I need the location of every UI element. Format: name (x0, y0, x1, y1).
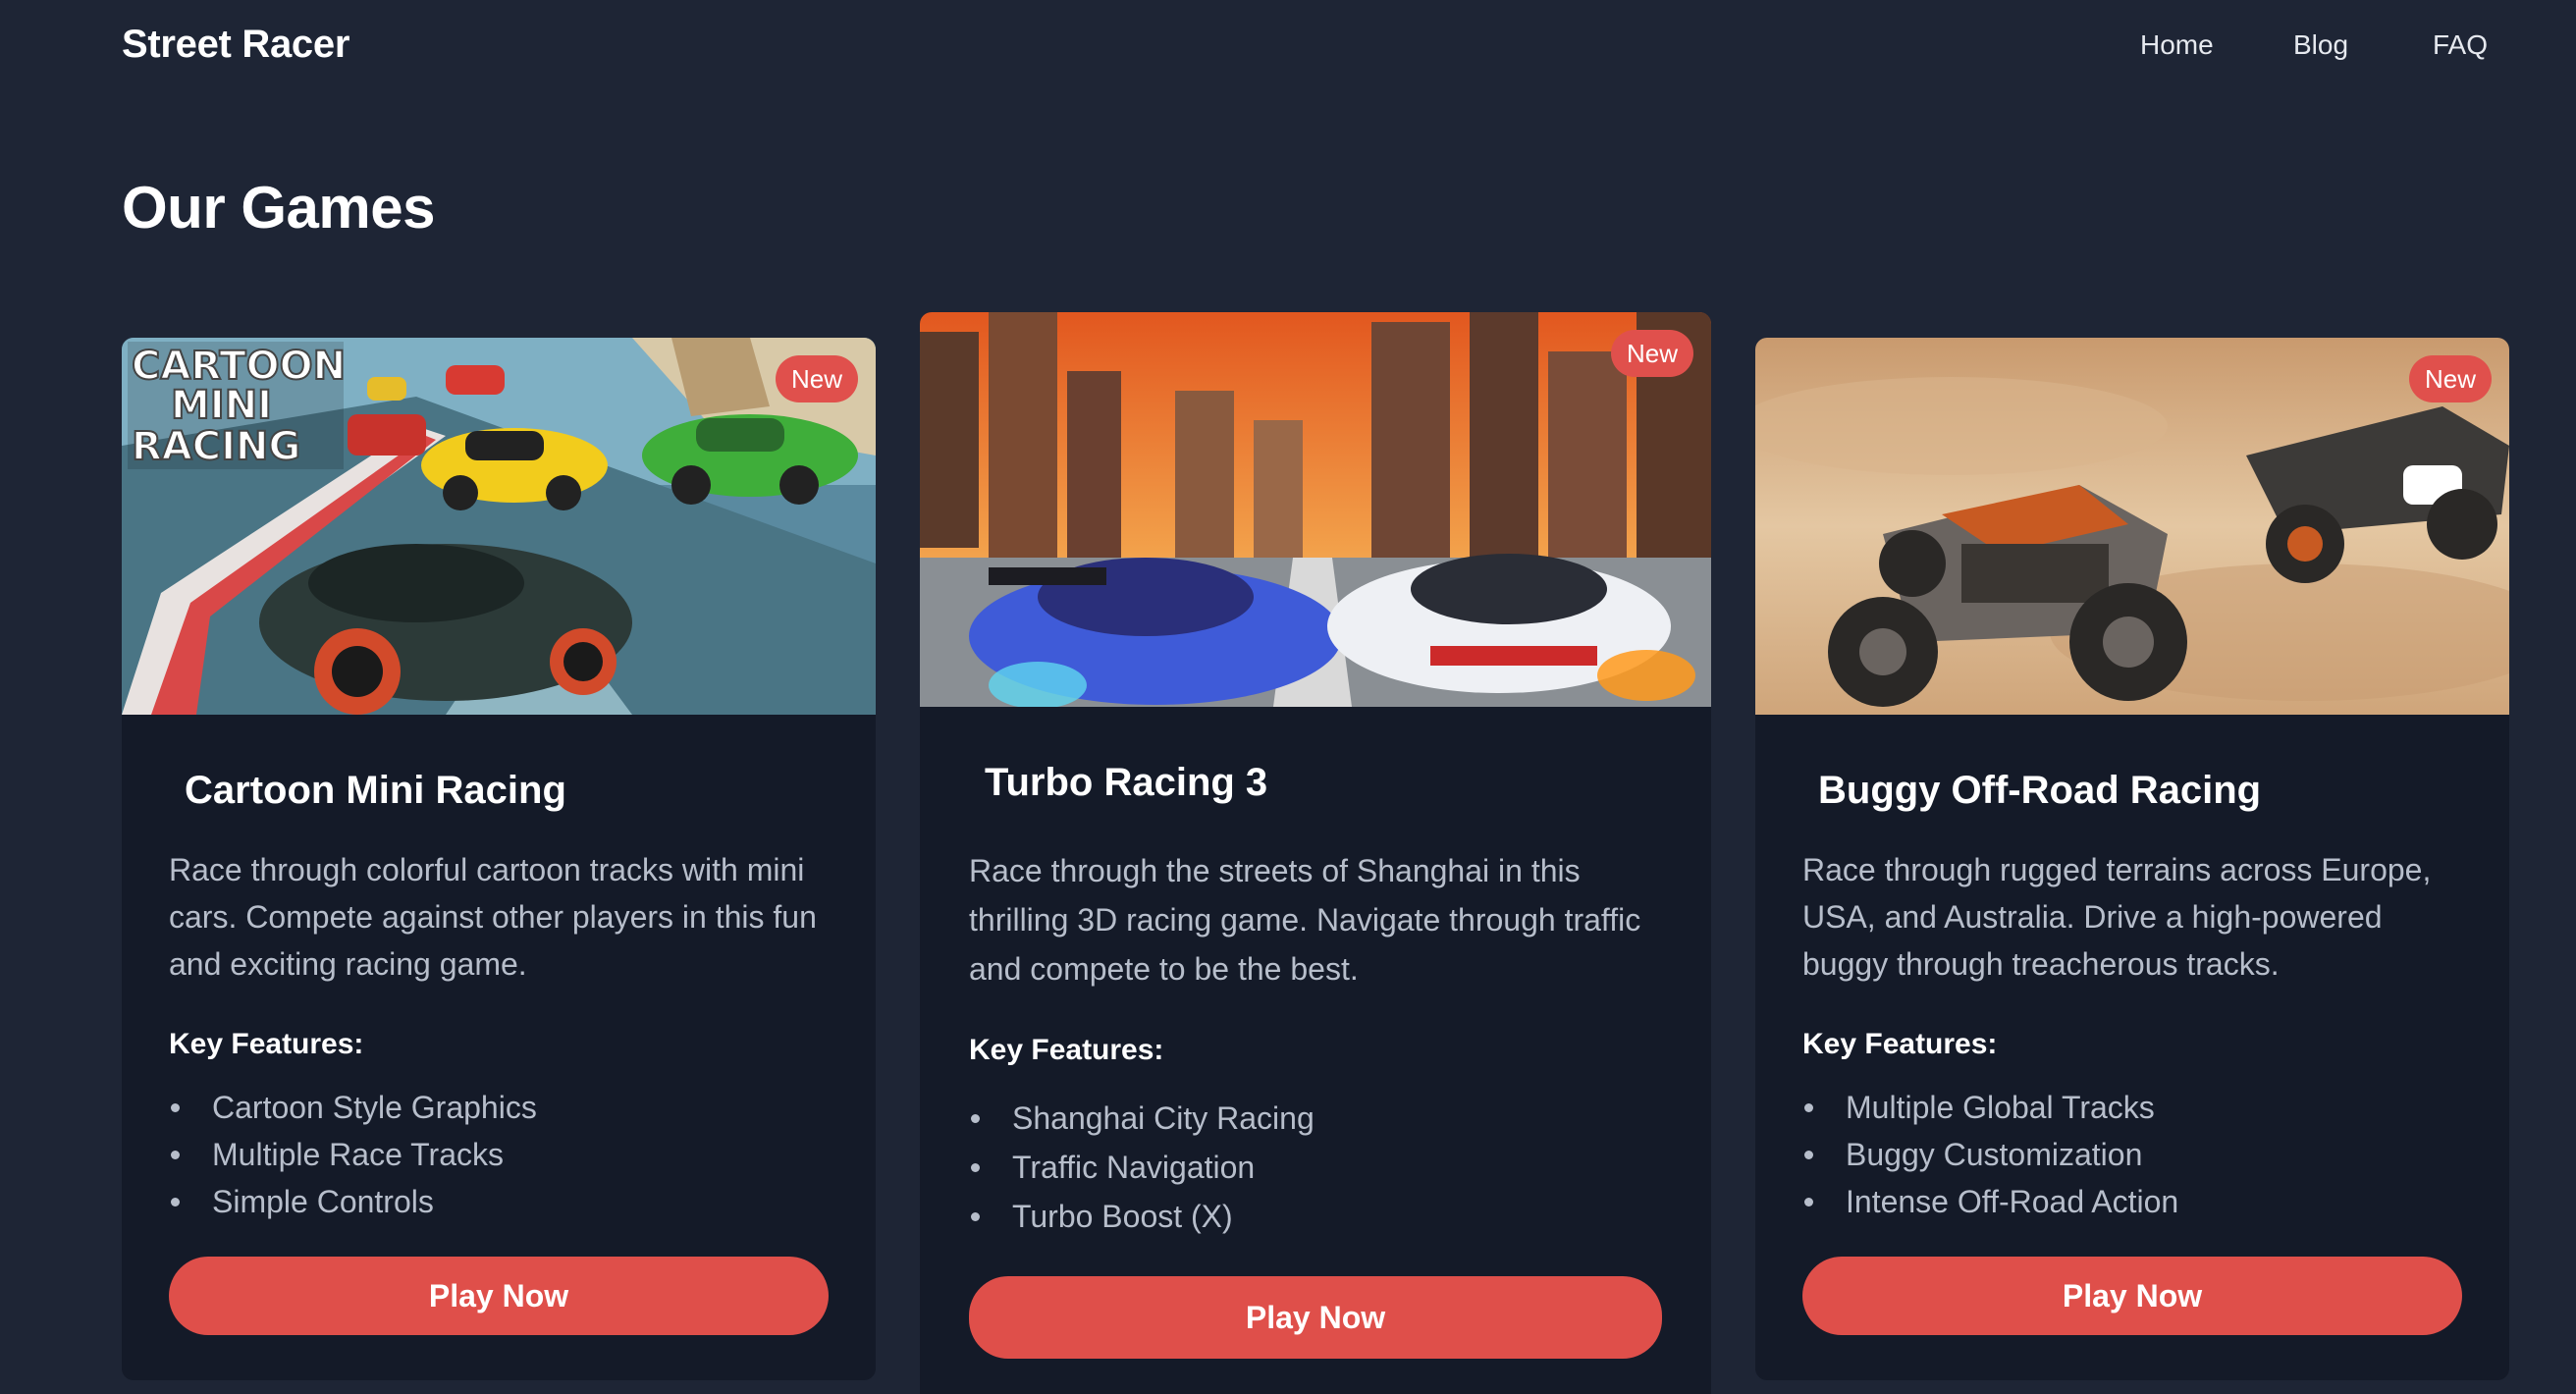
buggy-racing-illustration (1755, 338, 2509, 715)
game-title: Turbo Racing 3 (985, 761, 1268, 804)
game-card-turbo-racing-3: New Turbo Racing 3 Race through the stre… (920, 312, 1711, 1394)
nav-home-link[interactable]: Home (2140, 24, 2214, 67)
game-description: Race through the streets of Shanghai in … (969, 853, 1641, 987)
features-list: Cartoon Style Graphics Multiple Race Tra… (169, 1084, 537, 1225)
feature-item: Turbo Boost (X) (969, 1192, 1315, 1241)
cartoon-racing-illustration: CARTOON MINI RACING (122, 338, 876, 715)
new-badge: New (1610, 330, 1693, 377)
feature-item: Multiple Global Tracks (1802, 1084, 2178, 1131)
key-features-heading: Key Features: (969, 1034, 1164, 1066)
section-title: Our Games (122, 175, 435, 241)
features-list: Multiple Global Tracks Buggy Customizati… (1802, 1084, 2178, 1225)
key-features-heading: Key Features: (1802, 1028, 1998, 1060)
play-now-button[interactable]: Play Now (1802, 1257, 2462, 1335)
nav-faq-link[interactable]: FAQ (2433, 24, 2488, 67)
game-thumbnail-cartoon-mini-racing[interactable]: CARTOON MINI RACING New (122, 338, 876, 715)
site-logo[interactable]: Street Racer (122, 18, 349, 71)
page: Street Racer Home Blog FAQ Our Games CAR… (0, 0, 2576, 1394)
game-card-cartoon-mini-racing: CARTOON MINI RACING New Cartoon Mini Rac… (122, 338, 876, 1380)
new-badge: New (2408, 355, 2492, 402)
play-now-button[interactable]: Play Now (969, 1276, 1662, 1359)
feature-item: Buggy Customization (1802, 1131, 2178, 1178)
key-features-heading: Key Features: (169, 1028, 364, 1060)
features-list: Shanghai City Racing Traffic Navigation … (969, 1094, 1315, 1241)
game-thumbnail-turbo-racing-3[interactable]: New (920, 312, 1711, 707)
turbo-racing-illustration (920, 312, 1711, 707)
game-thumbnail-buggy-off-road-racing[interactable]: New (1755, 338, 2509, 715)
feature-item: Simple Controls (169, 1178, 537, 1225)
feature-item: Traffic Navigation (969, 1143, 1315, 1192)
new-badge: New (775, 355, 858, 402)
cartoon-logo-line-2: MINI (171, 383, 272, 428)
feature-item: Shanghai City Racing (969, 1094, 1315, 1143)
game-title: Buggy Off-Road Racing (1818, 769, 2262, 812)
cartoon-logo-line-3: RACING (132, 424, 300, 469)
play-now-button[interactable]: Play Now (169, 1257, 829, 1335)
feature-item: Cartoon Style Graphics (169, 1084, 537, 1131)
game-title: Cartoon Mini Racing (185, 769, 566, 812)
feature-item: Intense Off-Road Action (1802, 1178, 2178, 1225)
feature-item: Multiple Race Tracks (169, 1131, 537, 1178)
game-card-buggy-off-road-racing: New Buggy Off-Road Racing Race through r… (1755, 338, 2509, 1380)
game-description: Race through colorful cartoon tracks wit… (169, 852, 817, 982)
nav-blog-link[interactable]: Blog (2293, 24, 2348, 67)
game-description: Race through rugged terrains across Euro… (1802, 852, 2432, 982)
